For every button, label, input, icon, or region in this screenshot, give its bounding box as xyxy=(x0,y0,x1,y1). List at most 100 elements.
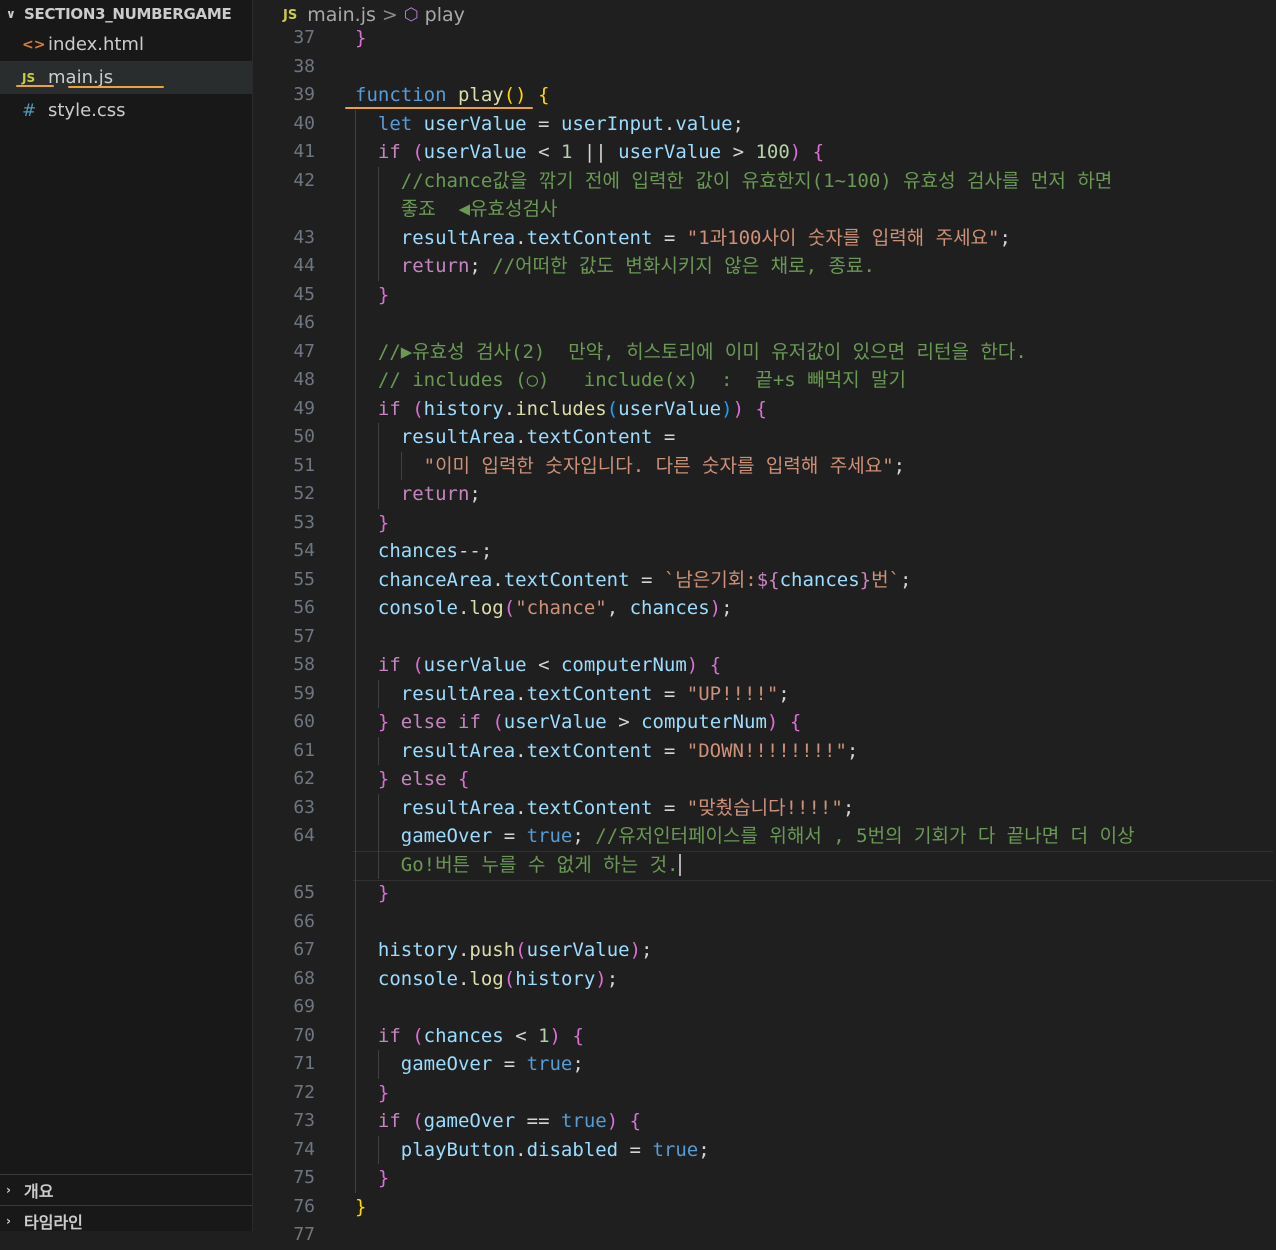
code-text: chanceArea.textContent = `남은기회:${chances… xyxy=(378,566,912,595)
code-token: textContent xyxy=(526,739,653,762)
line-number: 77 xyxy=(293,1224,315,1245)
code-line[interactable]: 39 function play() { xyxy=(253,81,1276,110)
code-line[interactable]: 50 resultArea.textContent = xyxy=(253,423,1276,452)
code-token: userValue xyxy=(526,939,630,961)
code-line[interactable]: 51 "이미 입력한 숫자입니다. 다른 숫자를 입력해 주세요"; xyxy=(253,451,1276,480)
code-token: < xyxy=(526,654,561,676)
code-line[interactable]: 60} else if (userValue > computerNum) { xyxy=(253,708,1276,737)
code-line[interactable]: 44 return; //어떠한 값도 변화시키지 않은 채로, 종료. xyxy=(253,252,1276,281)
code-line[interactable]: 76} xyxy=(253,1193,1276,1222)
code-line[interactable]: 73 if (gameOver == true) { xyxy=(253,1107,1276,1136)
code-token: gameOver xyxy=(423,1110,516,1132)
code-line[interactable]: 54 chances--; xyxy=(253,537,1276,566)
code-line[interactable]: Go!버튼 누를 수 없게 하는 것. xyxy=(253,850,1276,881)
code-line[interactable]: 74 playButton.disabled = true; xyxy=(253,1135,1276,1164)
code-token: ( xyxy=(412,397,424,420)
code-line[interactable]: 70 if (chances < 1) { xyxy=(253,1021,1276,1051)
code-line[interactable]: 67 history.push(userValue); xyxy=(253,936,1276,965)
code-line[interactable]: 48 // includes (○) include(x) : 끝+s 빼먹지 말… xyxy=(253,366,1276,395)
code-line[interactable]: 38 xyxy=(253,53,1276,82)
indent-guide xyxy=(355,679,356,708)
code-token: else xyxy=(400,711,447,733)
line-number: 70 xyxy=(293,1024,315,1046)
code-line[interactable]: 49 if (history.includes(userValue)) { xyxy=(253,394,1276,423)
indent-guide xyxy=(355,907,356,936)
file-item-style-css[interactable]: # style.css xyxy=(0,94,252,127)
code-editor[interactable]: JS main.js > ⬡ play 37} 38 39 function play… xyxy=(253,0,1276,1245)
code-token: chances xyxy=(377,540,458,562)
code-line[interactable]: 66 xyxy=(253,907,1276,936)
line-number: 40 xyxy=(293,112,315,134)
code-text: if (userValue < 1 || userValue > 100) { xyxy=(378,138,824,167)
code-line[interactable]: 52 return; xyxy=(253,480,1276,509)
panel-timeline[interactable]: › 타임라인 xyxy=(0,1205,252,1231)
file-item-index-html[interactable]: <> index.html xyxy=(0,28,252,61)
code-token: true xyxy=(560,1110,607,1132)
code-line[interactable]: 57 xyxy=(253,622,1276,651)
code-line[interactable]: 58 if (userValue < computerNum) { xyxy=(253,651,1276,680)
code-token: 좋죠 ◀유효성검사 xyxy=(400,198,558,220)
code-line[interactable]: 42 //chance값을 깎기 전에 입력한 값이 유효한지(1~100) 유효… xyxy=(253,166,1276,195)
code-token: textContent xyxy=(526,682,653,705)
code-token: { xyxy=(755,397,767,420)
code-line[interactable]: 46 xyxy=(253,309,1276,338)
code-token: } xyxy=(377,711,390,733)
code-token: 1 xyxy=(538,1024,550,1047)
code-line[interactable]: 71 gameOver = true; xyxy=(253,1050,1276,1079)
indent-guide xyxy=(355,822,356,851)
code-line[interactable]: 61 resultArea.textContent = "DOWN!!!!!!!!… xyxy=(253,736,1276,766)
code-line[interactable]: 41 if (userValue < 1 || userValue > 100) … xyxy=(253,138,1276,167)
code-line[interactable]: 56 console.log("chance", chances); xyxy=(253,594,1276,623)
indent-guide xyxy=(355,138,356,167)
line-number: 59 xyxy=(293,682,315,704)
code-token: = xyxy=(629,568,664,591)
code-line[interactable]: 62} else { xyxy=(253,765,1276,794)
code-line[interactable]: 68 console.log(history); xyxy=(253,964,1276,993)
code-text: if (chances < 1) { xyxy=(378,1022,584,1051)
code-line[interactable]: 55 chanceArea.textContent = `남은기회:${chanc… xyxy=(253,565,1276,595)
indent-guide xyxy=(377,480,379,509)
code-line[interactable]: 69 xyxy=(253,993,1276,1022)
code-line[interactable]: 47 //▶유효성 검사(2) 만약, 히스토리에 이미 유저값이 있으면 리턴을… xyxy=(253,337,1276,366)
code-line[interactable]: 40 let userValue = userInput.value; xyxy=(253,109,1276,138)
code-token: . xyxy=(503,397,516,420)
panel-outline[interactable]: › 개요 xyxy=(0,1174,252,1205)
code-token: ; xyxy=(469,483,481,505)
code-line[interactable]: 45} xyxy=(253,280,1276,309)
code-line[interactable]: 75} xyxy=(253,1164,1276,1193)
annotation-underline xyxy=(16,85,54,87)
code-token: textContent xyxy=(503,568,630,591)
chevron-right-icon: › xyxy=(6,1214,11,1228)
code-line[interactable]: 63 resultArea.textContent = "맞췄습니다!!!!"; xyxy=(253,793,1276,822)
code-line[interactable]: 좋죠 ◀유효성검사 xyxy=(253,195,1276,224)
code-token: 100 xyxy=(755,141,790,163)
code-line[interactable]: 59 resultArea.textContent = "UP!!!!"; xyxy=(253,679,1276,708)
breadcrumb-file[interactable]: main.js xyxy=(307,4,376,26)
code-token: ) xyxy=(721,397,733,420)
code-token: ( xyxy=(606,397,619,420)
explorer-project-header[interactable]: ∨ SECTION3_NUMBERGAME xyxy=(0,0,252,28)
indent-guide xyxy=(377,195,379,224)
code-line[interactable]: 72} xyxy=(253,1078,1276,1107)
code-text: if (userValue < computerNum) { xyxy=(378,651,721,680)
code-line[interactable]: 64 gameOver = true; //유저인터페이스를 위해서 , 5번의 … xyxy=(253,822,1276,851)
code-line[interactable]: 37} xyxy=(253,24,1276,53)
breadcrumb-symbol[interactable]: play xyxy=(425,4,465,26)
code-token: == xyxy=(515,1110,561,1132)
code-line[interactable]: 43 resultArea.textContent = "1과100사이 숫자를 … xyxy=(253,223,1276,253)
code-token: textContent xyxy=(526,796,653,819)
indent-guide xyxy=(355,166,356,195)
line-number: 54 xyxy=(293,540,315,561)
code-area[interactable]: 37} 38 39 function play() {40 let userValue … xyxy=(253,24,1276,1250)
code-line[interactable]: 65} xyxy=(253,879,1276,908)
code-text: resultArea.textContent = "1과100사이 숫자를 입력… xyxy=(401,224,1011,253)
code-text: resultArea.textContent = "DOWN!!!!!!!!"; xyxy=(401,737,859,766)
file-item-main-js[interactable]: JS main.js xyxy=(0,61,252,94)
line-number: 58 xyxy=(293,654,315,675)
code-line[interactable]: 77 xyxy=(253,1221,1276,1250)
code-line[interactable]: 53} xyxy=(253,508,1276,537)
code-token: //어떠한 값도 변화시키지 않은 채로, 종료. xyxy=(492,255,875,277)
